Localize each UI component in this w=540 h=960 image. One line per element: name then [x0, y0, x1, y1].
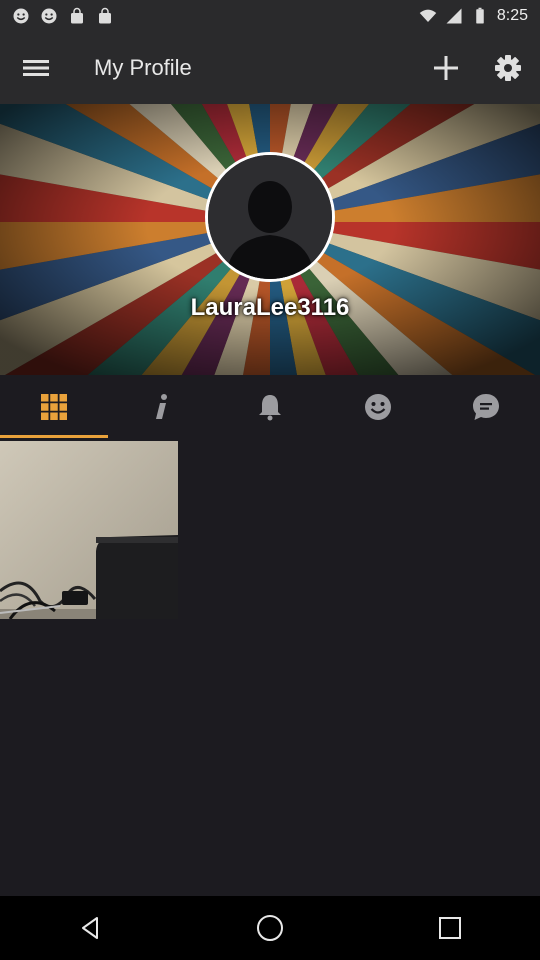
avatar[interactable] [205, 152, 335, 282]
person-silhouette-icon [208, 155, 332, 279]
status-bar: 8:25 [0, 0, 540, 32]
back-icon [82, 917, 98, 939]
signal-icon [446, 8, 462, 24]
profile-banner: LauraLee3116 [0, 104, 540, 375]
recents-icon [439, 917, 461, 939]
tab-messages[interactable] [432, 375, 540, 438]
add-button[interactable] [428, 50, 464, 86]
info-icon [156, 393, 167, 419]
battery-icon [476, 7, 484, 24]
grid-icon [41, 393, 67, 420]
back-button[interactable] [58, 896, 122, 960]
home-button[interactable] [238, 896, 302, 960]
status-system-icons: 8:25 [419, 7, 540, 25]
smiley-icon [365, 393, 391, 420]
recents-button[interactable] [418, 896, 482, 960]
shopping-bag-icon [71, 7, 83, 24]
tab-grid[interactable] [0, 375, 108, 438]
plus-icon [434, 56, 458, 80]
profile-tabs [0, 375, 540, 438]
status-notification-icons [0, 7, 114, 25]
shopping-bag-icon [99, 7, 111, 24]
tab-info[interactable] [108, 375, 216, 438]
system-nav-bar [0, 896, 540, 960]
wifi-icon [419, 9, 437, 22]
chat-icon [473, 393, 499, 420]
home-icon [257, 915, 283, 941]
app-bar: My Profile [0, 32, 540, 104]
emoji-icon [41, 8, 57, 24]
page-title: My Profile [94, 55, 192, 80]
photo-thumbnail[interactable] [0, 441, 178, 619]
photo-image [0, 441, 178, 619]
emoji-icon [13, 8, 29, 24]
tab-notifications[interactable] [216, 375, 324, 438]
settings-button[interactable] [490, 50, 526, 86]
bell-icon [259, 394, 281, 420]
username: LauraLee3116 [190, 294, 350, 321]
menu-button[interactable] [18, 54, 54, 82]
status-time: 8:25 [496, 7, 528, 24]
tab-reactions[interactable] [324, 375, 432, 438]
gear-icon [495, 55, 521, 81]
menu-icon [23, 60, 49, 76]
